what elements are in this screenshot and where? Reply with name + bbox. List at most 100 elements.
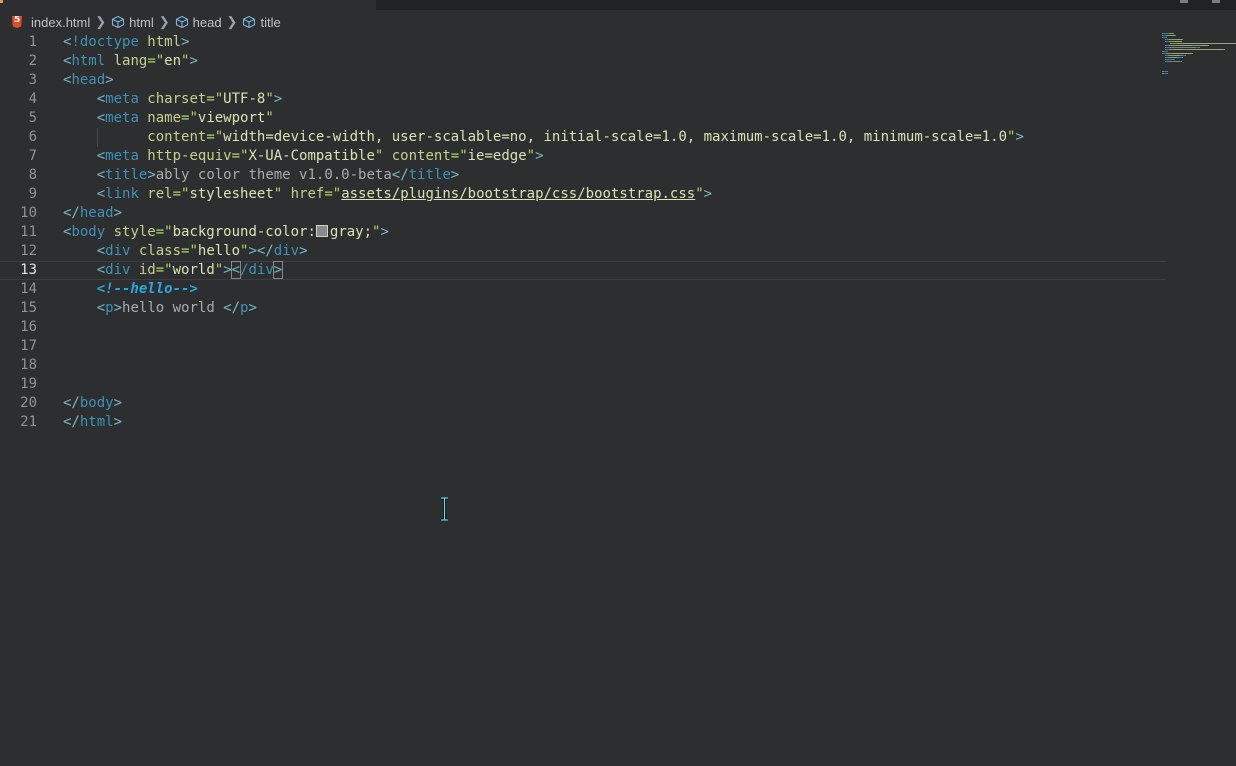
code-line[interactable]: 16: [0, 318, 1166, 337]
code-text: <meta charset="UTF-8">: [63, 90, 282, 109]
code-token: >: [113, 395, 123, 411]
code-token: ably color theme v1.0.0-beta: [155, 167, 392, 183]
code-token: background-color:: [172, 224, 316, 240]
code-token: gray;: [329, 224, 373, 240]
code-line[interactable]: 3 <head>: [0, 71, 1166, 90]
code-token: <: [96, 167, 106, 183]
line-number: 18: [20, 357, 37, 373]
code-line[interactable]: 12 <div class="hello"></div>: [0, 242, 1166, 261]
line-number: 4: [28, 91, 37, 107]
code-token: =": [324, 186, 342, 202]
minimap-stroke: [1174, 49, 1182, 50]
code-token: >: [105, 72, 114, 88]
minimap-stroke: [1167, 51, 1168, 52]
cube-icon: [175, 15, 188, 29]
code-editor[interactable]: 1 <!doctype html> 2 <html lang="en"> 3 <head>…: [0, 33, 1160, 766]
minimap-stroke: [1162, 43, 1170, 44]
minimap-stroke: [1224, 49, 1225, 50]
code-line[interactable]: 8 <title>ably color theme v1.0.0-beta</t…: [0, 166, 1166, 185]
code-token: UTF-8: [223, 91, 266, 107]
code-token: </: [63, 205, 80, 221]
chevron-right-icon: ❯: [226, 14, 238, 29]
line-number: 5: [28, 110, 37, 126]
code-token: stylesheet: [189, 186, 274, 202]
code-text: </body>: [63, 394, 122, 413]
minimap-stroke: [1173, 33, 1174, 34]
minimap-stroke: [1178, 43, 1236, 44]
code-token: head: [71, 72, 106, 88]
line-number: 7: [28, 148, 37, 164]
code-token: content: [383, 148, 451, 164]
code-token: ": [265, 110, 274, 126]
chevron-right-icon: ❯: [158, 14, 170, 29]
code-token: assets/plugins/bootstrap/css/bootstrap.c…: [341, 186, 696, 202]
code-line[interactable]: 5 <meta name="viewport": [0, 109, 1166, 128]
code-token: en: [164, 53, 182, 69]
code-line[interactable]: 10 </head>: [0, 204, 1166, 223]
line-number: 17: [20, 338, 37, 354]
code-line[interactable]: 20 </body>: [0, 394, 1166, 413]
line-number: 8: [28, 167, 37, 183]
code-line[interactable]: 18: [0, 356, 1166, 375]
code-line[interactable]: 2 <html lang="en">: [0, 52, 1166, 71]
code-line[interactable]: 9 <link rel="stylesheet" href="assets/pl…: [0, 185, 1166, 204]
breadcrumb-file[interactable]: index.html: [0, 15, 90, 30]
code-token: =": [206, 129, 224, 145]
line-number: 13: [20, 262, 37, 278]
code-line[interactable]: 13 <div id="world"></div>: [0, 261, 1166, 280]
more-actions-icon[interactable]: [1212, 0, 1220, 3]
code-token: >: [535, 148, 544, 164]
code-text: content="width=device-width, user-scalab…: [63, 128, 1024, 147]
code-token: title: [105, 167, 148, 183]
code-token: href: [282, 186, 325, 202]
code-line[interactable]: 19: [0, 375, 1166, 394]
code-token: content: [147, 129, 207, 145]
code-token: id: [130, 262, 156, 278]
code-token: <: [96, 91, 106, 107]
color-swatch-icon[interactable]: [315, 225, 328, 237]
line-number: 3: [28, 72, 37, 88]
code-text: </head>: [63, 204, 122, 223]
code-line[interactable]: 4 <meta charset="UTF-8">: [0, 90, 1166, 109]
code-line[interactable]: 15 <p>hello world </p>: [0, 299, 1166, 318]
code-line[interactable]: 7 <meta http-equiv="X-UA-Compatible" con…: [0, 147, 1166, 166]
code-line[interactable]: 1 <!doctype html>: [0, 33, 1166, 52]
minimap-stroke: [1208, 45, 1209, 46]
code-token: <: [96, 243, 106, 259]
breadcrumb-item-label: head: [192, 14, 222, 30]
code-line[interactable]: 11 <body style="background-color: gray;">: [0, 223, 1166, 242]
code-line[interactable]: 21 </html>: [0, 413, 1166, 432]
code-token: div: [105, 243, 131, 259]
breadcrumb-item-html[interactable]: html: [111, 15, 154, 30]
code-token: </: [63, 414, 80, 430]
minimap[interactable]: [1160, 33, 1236, 93]
line-number: 15: [20, 300, 37, 316]
code-line[interactable]: 17: [0, 337, 1166, 356]
minimap-stroke: [1166, 37, 1167, 38]
minimap-stroke: [1182, 39, 1183, 40]
code-token: <: [96, 262, 106, 278]
code-token: <: [96, 148, 106, 164]
code-token: div: [273, 243, 300, 259]
code-text: <title>ably color theme v1.0.0-beta</tit…: [63, 166, 460, 185]
code-token: =": [206, 91, 224, 107]
split-editor-icon[interactable]: [1180, 0, 1188, 3]
line-number: 20: [20, 395, 37, 411]
line-number: 11: [20, 224, 37, 240]
breadcrumb-item-title[interactable]: title: [242, 15, 281, 30]
code-text: <!doctype html>: [63, 33, 189, 52]
code-text: <head>: [63, 71, 114, 90]
code-token: ie=edge: [467, 148, 527, 164]
minimap-stroke: [1185, 55, 1186, 56]
code-line[interactable]: 14 <!--hello-->: [0, 280, 1166, 299]
code-line[interactable]: 6 content="width=device-width, user-scal…: [0, 128, 1166, 147]
breadcrumb-item-head[interactable]: head: [175, 15, 222, 30]
minimap-stroke: [1167, 73, 1168, 74]
tab-index-html[interactable]: [0, 0, 376, 10]
cube-icon: [112, 15, 125, 29]
